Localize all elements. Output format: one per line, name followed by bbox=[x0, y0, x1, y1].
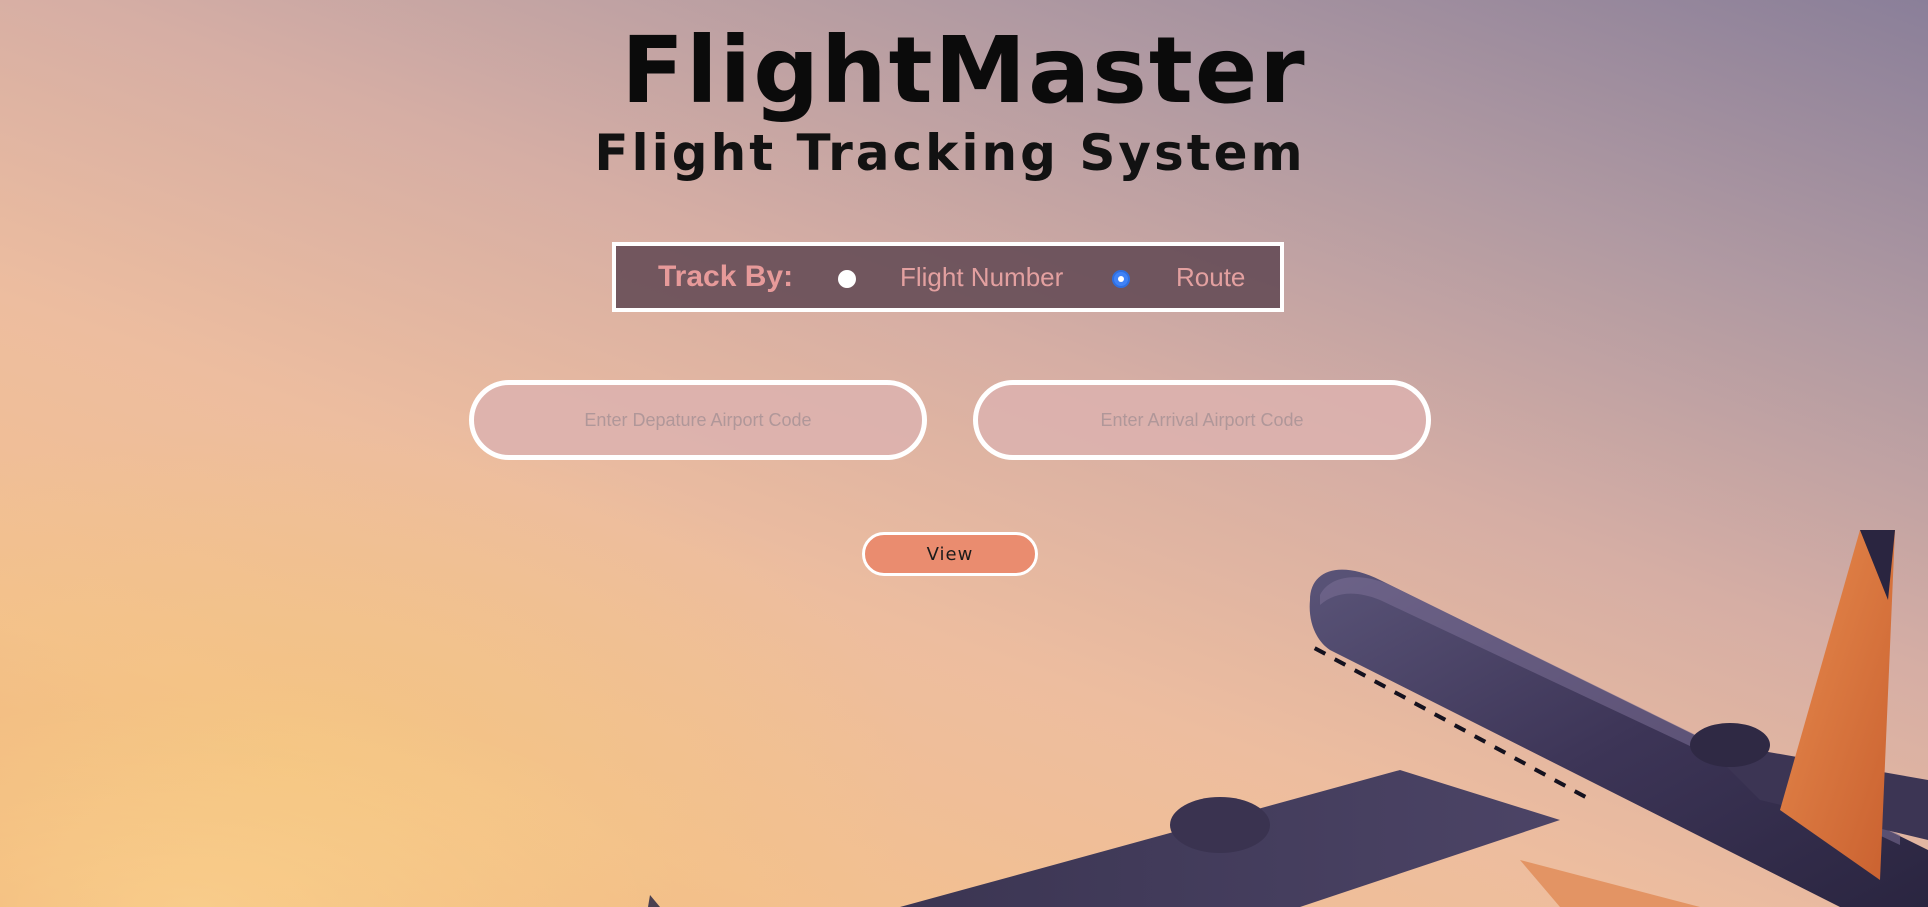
app-subtitle: Flight Tracking System bbox=[594, 124, 1306, 182]
arrival-airport-input[interactable] bbox=[973, 380, 1431, 460]
app-title: FlightMaster bbox=[621, 17, 1307, 124]
flight-number-radio[interactable] bbox=[838, 270, 856, 288]
route-radio[interactable] bbox=[1112, 270, 1130, 288]
route-option-label[interactable]: Route bbox=[1176, 262, 1245, 293]
track-by-label: Track By: bbox=[658, 260, 794, 293]
view-button[interactable]: View bbox=[862, 532, 1038, 576]
track-by-panel: Track By: Flight Number Route bbox=[612, 242, 1284, 312]
flight-number-option-label[interactable]: Flight Number bbox=[900, 262, 1063, 293]
departure-airport-input[interactable] bbox=[469, 380, 927, 460]
